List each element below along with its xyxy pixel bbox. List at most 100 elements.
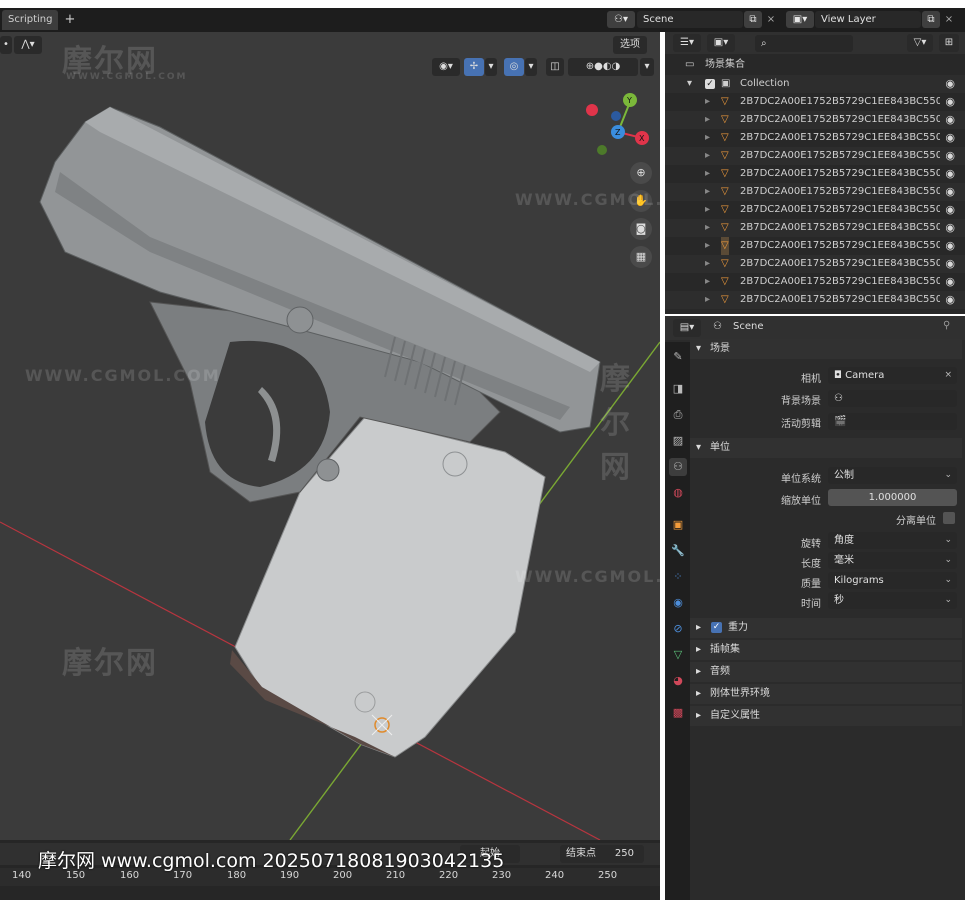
audio-panel-header[interactable]: ▸ 音频 [690,662,962,682]
output-tab-icon[interactable]: ⎙ [669,406,687,424]
editor-type-button[interactable]: ▤▾ [673,319,701,337]
outliner-object-row[interactable]: ▸ ▽ 2B7DC2A00E1752B5729C1EE843BC550E ◉ [665,273,965,291]
outliner-object-row[interactable]: ▸ ▽ 2B7DC2A00E1752B5729C1EE843BC550E ◉ [665,237,965,255]
active-clip-field[interactable]: 🎬 [828,413,957,430]
view-layer-name-field[interactable]: View Layer [815,11,921,28]
end-frame-field[interactable]: 结束点 250 [560,845,644,863]
expand-icon[interactable]: ▸ [705,111,710,129]
display-mode-button[interactable]: ☰▾ [673,34,701,52]
shading-mode-buttons[interactable]: ⊕●◐◑ [568,58,638,76]
length-dropdown[interactable]: 毫米 ⌄ [828,552,957,569]
expand-icon[interactable]: ▸ [705,255,710,273]
separate-units-checkbox[interactable] [943,512,955,524]
world-tab-icon[interactable]: ◍ [669,484,687,502]
render-tab-icon[interactable]: ◨ [669,380,687,398]
outliner-object-row[interactable]: ▸ ▽ 2B7DC2A00E1752B5729C1EE843BC550E ◉ [665,255,965,273]
properties-tabs[interactable]: ✎ ◨ ⎙ ▨ ⚇ ◍ ▣ 🔧 ⁘ ◉ ⊘ ▽ ◕ ▩ [665,342,690,900]
viewport-options-button[interactable]: 选项 [613,36,647,54]
expand-icon[interactable]: ▸ [705,291,710,309]
add-workspace-button[interactable]: + [62,11,78,29]
xray-toggle-button[interactable]: ◫ [546,58,564,76]
checkbox-icon[interactable]: ✓ [705,79,715,89]
modifier-tab-icon[interactable]: 🔧 [669,542,687,560]
expand-icon[interactable]: ▾ [687,75,692,93]
texture-tab-icon[interactable]: ▩ [669,704,687,722]
eye-icon[interactable]: ◉ [945,291,955,309]
outliner-object-row[interactable]: ▸ ▽ 2B7DC2A00E1752B5729C1EE843BC550E ◉ [665,147,965,165]
time-dropdown[interactable]: 秒 ⌄ [828,592,957,609]
keying-sets-panel-header[interactable]: ▸ 插帧集 [690,640,962,660]
expand-icon[interactable]: ▸ [705,93,710,111]
scene-selector-button[interactable]: ⚇▾ [607,11,635,28]
new-collection-button[interactable]: ⊞ [939,34,959,52]
unit-scale-field[interactable]: 1.000000 [828,489,957,506]
outliner-object-row[interactable]: ▸ ▽ 2B7DC2A00E1752B5729C1EE843BC550E ◉ [665,201,965,219]
particles-tab-icon[interactable]: ⁘ [669,568,687,586]
view-layer-selector-button[interactable]: ▣▾ [786,11,814,28]
scene-tab-icon[interactable]: ⚇ [669,458,687,476]
perspective-toggle-button[interactable]: ▦ [630,246,652,268]
curve-menu-button[interactable]: ⋀▾ [14,36,42,54]
material-tab-icon[interactable]: ◕ [669,672,687,690]
object-tab-icon[interactable]: ▣ [669,516,687,534]
scene-name-field[interactable]: Scene [637,11,743,28]
zoom-view-button[interactable]: ⊕ [630,162,652,184]
viewport-mode-button[interactable]: • [0,36,12,54]
custom-properties-panel-header[interactable]: ▸ 自定义属性 [690,706,962,726]
workspace-tab-scripting[interactable]: Scripting [2,10,59,30]
outliner-object-row[interactable]: ▸ ▽ 2B7DC2A00E1752B5729C1EE843BC550E ◉ [665,291,965,309]
background-scene-field[interactable]: ⚇ [828,390,957,407]
new-scene-button[interactable]: ⧉ [744,11,762,28]
filter-button[interactable]: ▽▾ [907,34,933,52]
outliner-object-row[interactable]: ▸ ▽ 2B7DC2A00E1752B5729C1EE843BC550E ◉ [665,219,965,237]
overlay-menu-button[interactable]: ▾ [525,58,537,76]
units-panel-header[interactable]: ▾ 单位 [690,438,962,458]
eye-icon[interactable]: ◉ [945,93,955,111]
rotation-dropdown[interactable]: 角度 ⌄ [828,532,957,549]
close-view-layer-icon[interactable]: × [942,11,956,28]
eye-icon[interactable]: ◉ [945,129,955,147]
3d-viewport[interactable]: • ⋀▾ 选项 ◉▾ ✢ ▾ ◎ ▾ ◫ ⊕●◐◑ ▾ Y Z X ⊕ ✋ ◙ … [0,32,660,840]
physics-tab-icon[interactable]: ◉ [669,594,687,612]
expand-icon[interactable]: ▸ [705,183,710,201]
gizmo-toggle-button[interactable]: ✢ [464,58,484,76]
visibility-toggle-button[interactable]: ◉▾ [432,58,460,76]
outliner-object-row[interactable]: ▸ ▽ 2B7DC2A00E1752B5729C1EE843BC550E ◉ [665,93,965,111]
expand-icon[interactable]: ▸ [705,219,710,237]
eye-icon[interactable]: ◉ [945,75,955,93]
outliner-collection-row[interactable]: ▾ ✓ ▣ Collection ◉ [665,75,965,93]
overlay-toggle-button[interactable]: ◎ [504,58,524,76]
mass-dropdown[interactable]: Kilograms ⌄ [828,572,957,589]
outliner-object-row[interactable]: ▸ ▽ 2B7DC2A00E1752B5729C1EE843BC550E ◉ [665,111,965,129]
new-view-layer-button[interactable]: ⧉ [922,11,940,28]
gizmo-menu-button[interactable]: ▾ [485,58,497,76]
gravity-panel-header[interactable]: ▸ ✓ 重力 [690,618,962,638]
camera-view-button[interactable]: ◙ [630,218,652,240]
tool-tab-icon[interactable]: ✎ [669,348,687,366]
eye-icon[interactable]: ◉ [945,147,955,165]
outliner[interactable]: ☰▾ ▣▾ ⌕ ▽▾ ⊞ ▭ 场景集合 ▾ ✓ ▣ Collection ◉ ▸… [665,32,965,314]
eye-icon[interactable]: ◉ [945,237,955,255]
eye-icon[interactable]: ◉ [945,183,955,201]
gravity-checkbox[interactable]: ✓ [711,622,722,633]
data-tab-icon[interactable]: ▽ [669,646,687,664]
outliner-search-input[interactable]: ⌕ [755,35,853,52]
eye-icon[interactable]: ◉ [945,273,955,291]
expand-icon[interactable]: ▸ [705,165,710,183]
unit-system-dropdown[interactable]: 公制 ⌄ [828,467,957,484]
camera-field[interactable]: ◘ Camera × [828,367,957,384]
eye-icon[interactable]: ◉ [945,111,955,129]
expand-icon[interactable]: ▸ [705,147,710,165]
expand-icon[interactable]: ▸ [705,237,710,255]
outliner-object-row[interactable]: ▸ ▽ 2B7DC2A00E1752B5729C1EE843BC550E ◉ [665,129,965,147]
close-icon[interactable]: × [944,367,952,384]
eye-icon[interactable]: ◉ [945,255,955,273]
filter-view-button[interactable]: ▣▾ [707,34,735,52]
eye-icon[interactable]: ◉ [945,201,955,219]
pin-icon[interactable]: ⚲ [943,320,950,331]
navigation-gizmo[interactable]: Y Z X [580,88,660,158]
constraints-tab-icon[interactable]: ⊘ [669,620,687,638]
outliner-object-row[interactable]: ▸ ▽ 2B7DC2A00E1752B5729C1EE843BC550E ◉ [665,183,965,201]
close-scene-icon[interactable]: × [764,11,778,28]
outliner-object-row[interactable]: ▸ ▽ 2B7DC2A00E1752B5729C1EE843BC550E ◉ [665,165,965,183]
